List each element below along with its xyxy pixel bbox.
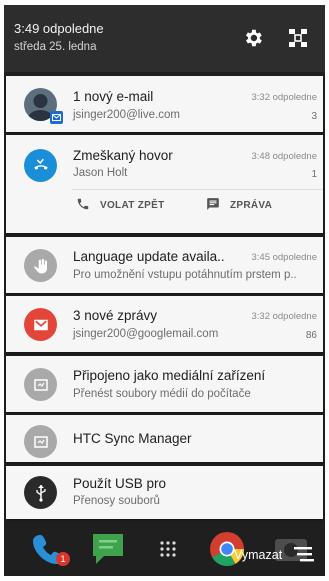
notification-subtitle: jsinger200@live.com	[73, 109, 180, 121]
notification-language-update[interactable]: Language update availa.. Pro umožnění vs…	[6, 237, 323, 293]
usb-media-icon	[24, 368, 57, 401]
notification-title: Zmeškaný hovor	[73, 148, 173, 163]
phone-badge: 1	[56, 552, 70, 566]
missed-call-icon	[24, 149, 57, 182]
notification-shade: 3:49 odpoledne středa 25. ledna 1 nový e…	[4, 5, 325, 576]
notification-title: HTC Sync Manager	[73, 431, 192, 446]
notification-actions: VOLAT ZPĚT ZPRÁVA	[6, 189, 323, 225]
notification-subtitle: jsinger200@googlemail.com	[73, 328, 219, 340]
notification-title: Použít USB pro	[73, 476, 167, 491]
notification-count: 86	[305, 330, 317, 341]
swipe-hand-icon	[24, 249, 57, 282]
app-drawer-icon[interactable]	[158, 539, 178, 564]
notification-title: Language update availa..	[73, 249, 225, 264]
clear-all-label[interactable]: Vymazat	[234, 548, 282, 562]
status-date: středa 25. ledna	[14, 41, 97, 53]
notification-time: 3:32 odpoledne	[251, 311, 317, 322]
status-time: 3:49 odpoledne	[14, 21, 104, 36]
clear-all-icon[interactable]	[294, 544, 316, 569]
email-app-badge-icon	[50, 111, 63, 124]
phone-app-icon[interactable]: 1	[32, 531, 70, 572]
notification-gmail[interactable]: 3 nové zprávy jsinger200@googlemail.com …	[6, 296, 323, 352]
notification-missed-call[interactable]: Zmeškaný hovor Jason Holt 3:48 odpoledne…	[6, 135, 323, 233]
notification-time: 3:48 odpoledne	[251, 151, 317, 162]
notification-time: 3:32 odpoledne	[251, 92, 317, 103]
notification-count: 3	[311, 111, 317, 122]
message-label: ZPRÁVA	[230, 200, 273, 211]
notification-title: Připojeno jako mediální zařízení	[73, 368, 266, 383]
phone-icon	[76, 197, 90, 214]
sync-manager-icon	[24, 425, 57, 458]
notification-subtitle: Jason Holt	[73, 167, 128, 179]
usb-icon	[24, 476, 57, 509]
call-back-button[interactable]: VOLAT ZPĚT	[76, 197, 164, 214]
notification-count: 1	[311, 169, 317, 180]
message-button[interactable]: ZPRÁVA	[206, 197, 272, 214]
notification-subtitle: Přenést soubory médií do počítače	[73, 388, 251, 400]
message-icon	[206, 197, 220, 214]
notification-sync-manager[interactable]: HTC Sync Manager	[6, 415, 323, 462]
gmail-icon	[24, 308, 57, 341]
notification-time: 3:45 odpoledne	[251, 252, 317, 263]
notification-usb[interactable]: Použít USB pro Přenosy souborů	[6, 466, 323, 519]
notification-subtitle: Pro umožnění vstupu potáhnutím prstem p.…	[73, 269, 297, 281]
shade-header: 3:49 odpoledne středa 25. ledna	[4, 5, 325, 72]
notification-subtitle: Přenosy souborů	[73, 495, 160, 507]
settings-gear-icon[interactable]	[242, 27, 264, 49]
notification-media-device[interactable]: Připojeno jako mediální zařízení Přenést…	[6, 356, 323, 412]
call-back-label: VOLAT ZPĚT	[100, 200, 165, 211]
messages-app-icon[interactable]	[90, 532, 126, 571]
notification-title: 3 nové zprávy	[73, 308, 158, 323]
quick-settings-grid-icon[interactable]	[287, 27, 309, 49]
notification-email[interactable]: 1 nový e-mail jsinger200@live.com 3:32 o…	[6, 76, 323, 132]
notification-title: 1 nový e-mail	[73, 89, 154, 104]
